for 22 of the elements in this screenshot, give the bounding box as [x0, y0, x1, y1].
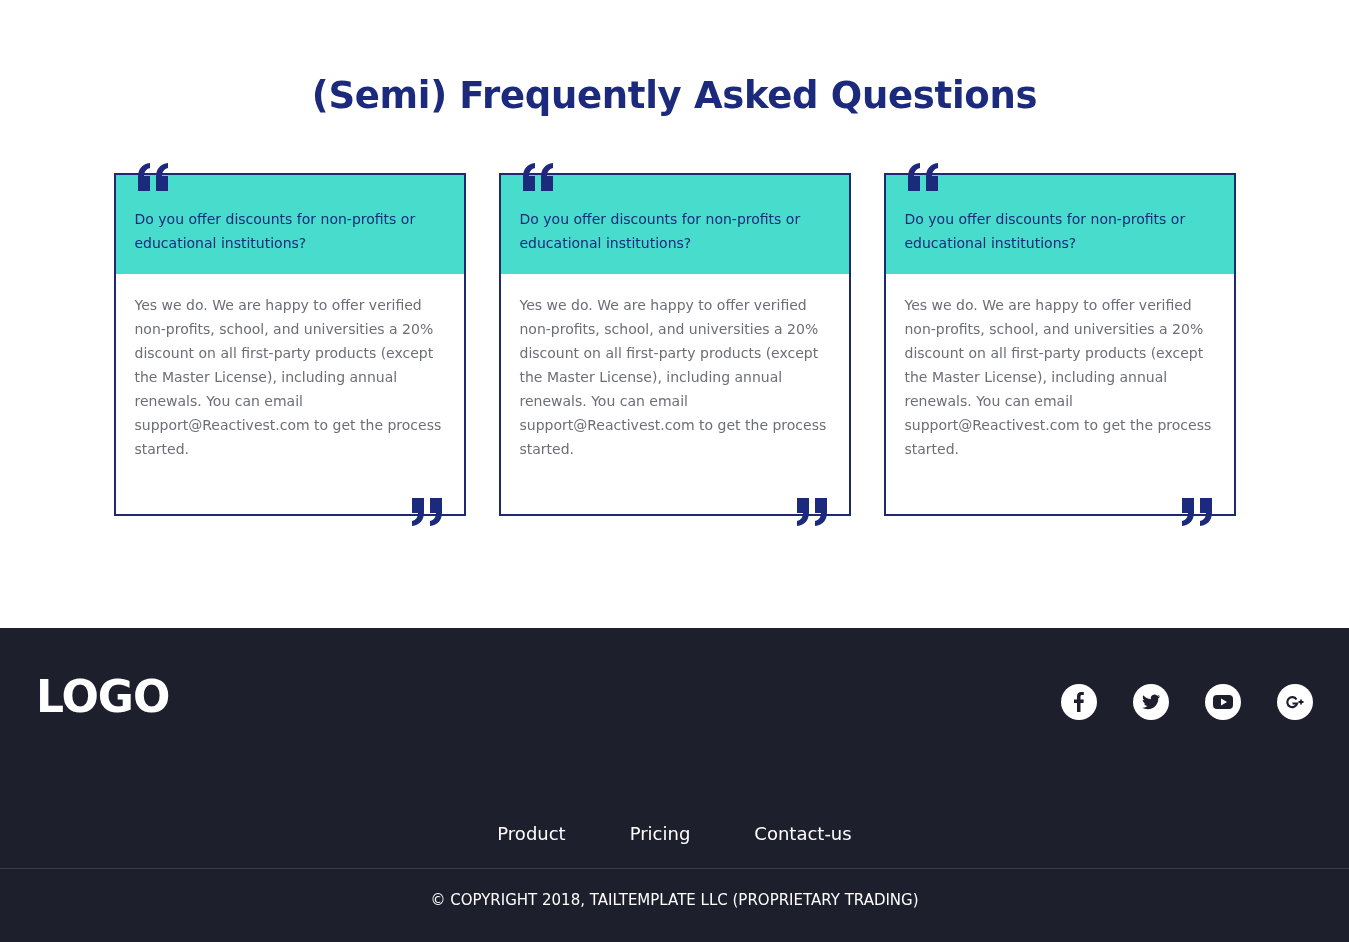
footer-link[interactable]: Contact-us [754, 821, 852, 847]
close-quote-icon [409, 498, 444, 526]
logo[interactable]: LOGO [36, 674, 170, 720]
footer-link[interactable]: Pricing [629, 821, 691, 847]
copyright-text: © COPYRIGHT 2018, TAILTEMPLATE LLC (PROPRIETARY TRADING) [430, 891, 919, 909]
open-quote-icon [135, 163, 170, 191]
faq-question: Do you offer discounts for non-profits or educational institutions? [885, 175, 1234, 274]
faq-answer: Yes we do. We are happy to offer verified non-profits, school, and universities a 20% discount on all first-party products (except the Master License), including annual renewals. You can email support@Reactivest.com to get the process started. [518, 296, 828, 459]
facebook-icon[interactable] [1061, 684, 1097, 720]
open-quote-icon [520, 163, 555, 191]
google-plus-icon[interactable] [1277, 684, 1313, 720]
faq-answer: Yes we do. We are happy to offer verified non-profits, school, and universities a 20% discount on all first-party products (except the Master License), including annual renewals. You can email support@Reactivest.com to get the process started. [903, 296, 1213, 459]
faq-question: Do you offer discounts for non-profits or educational institutions? [500, 175, 849, 274]
close-quote-icon [794, 498, 829, 526]
faq-answer: Yes we do. We are happy to offer verified non-profits, school, and universities a 20% discount on all first-party products (except the Master License), including annual renewals. You can email support@Reactivest.com to get the process started. [133, 296, 443, 459]
footer-link[interactable]: Product [497, 821, 566, 847]
play-icon[interactable] [1205, 684, 1241, 720]
bird-icon[interactable] [1133, 684, 1169, 720]
close-quote-icon [1179, 498, 1214, 526]
faq-question: Do you offer discounts for non-profits or educational institutions? [115, 175, 464, 274]
section-heading: (Semi) Frequently Asked Questions [310, 73, 1039, 119]
open-quote-icon [905, 163, 940, 191]
